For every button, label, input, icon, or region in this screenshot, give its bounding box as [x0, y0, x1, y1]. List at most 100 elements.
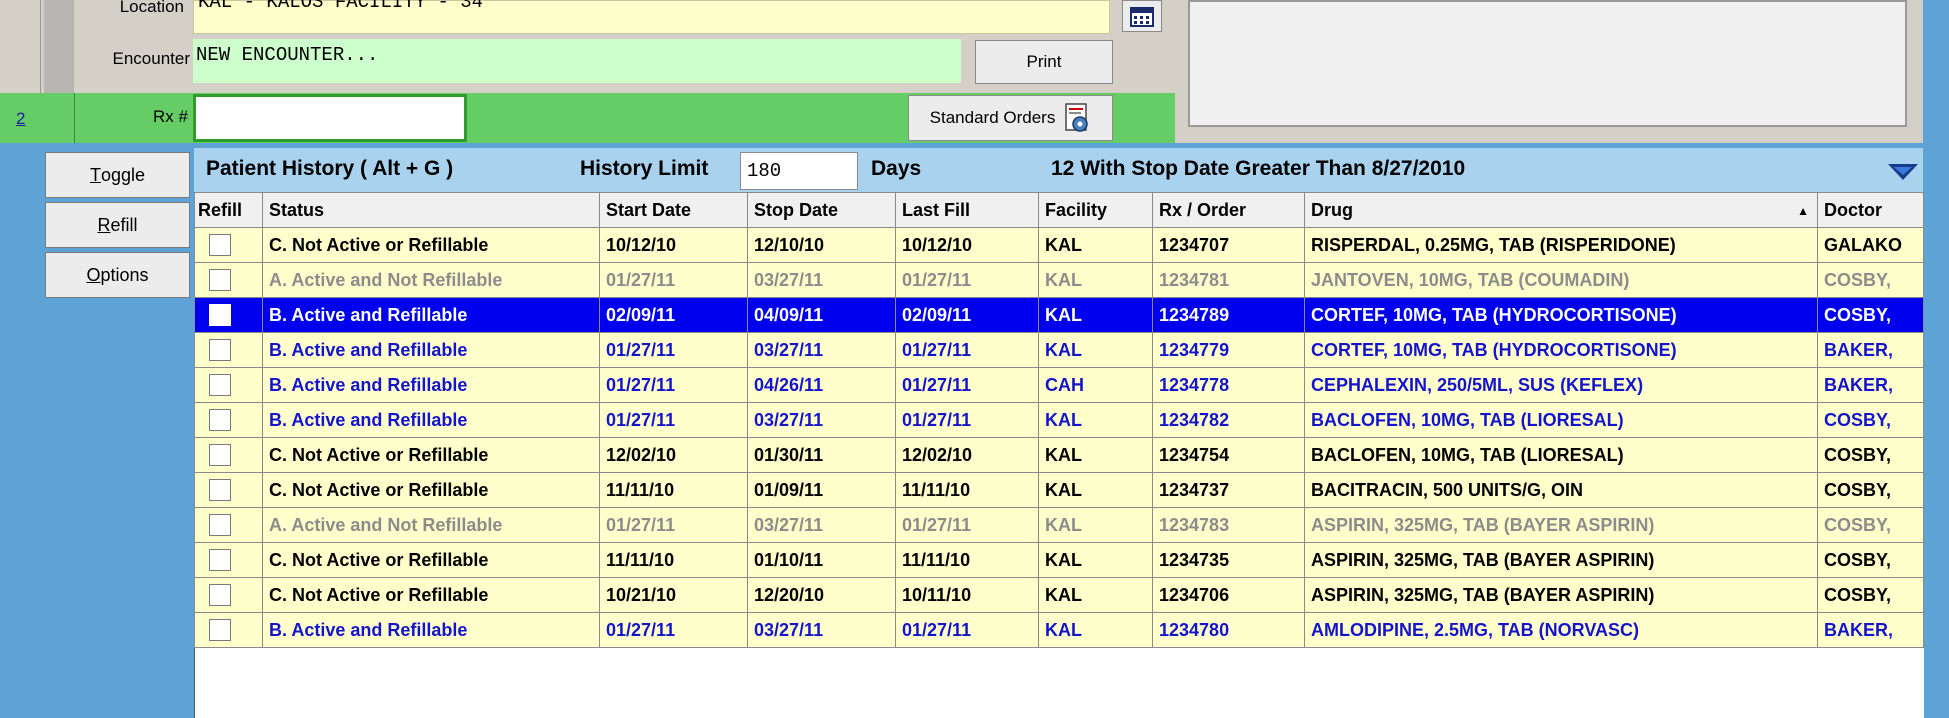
- refill-cell[interactable]: [194, 542, 263, 578]
- cell-stop: 03/27/11: [747, 332, 896, 368]
- column-header-last-fill[interactable]: Last Fill: [895, 192, 1039, 228]
- table-row[interactable]: A. Active and Not Refillable 01/27/11 03/2…: [194, 507, 1924, 543]
- toggle-button[interactable]: Toggle: [45, 152, 190, 198]
- refill-checkbox[interactable]: [209, 269, 231, 292]
- cell-rx: 1234754: [1152, 437, 1305, 473]
- table-row[interactable]: B. Active and Refillable 02/09/11 04/09/11…: [194, 297, 1924, 333]
- history-limit-input[interactable]: 180: [740, 152, 858, 190]
- table-row[interactable]: B. Active and Refillable 01/27/11 03/27/11…: [194, 402, 1924, 438]
- cell-facility: KAL: [1038, 507, 1153, 543]
- column-header-refill[interactable]: Refill: [194, 192, 263, 228]
- refill-cell[interactable]: [194, 262, 263, 298]
- column-header-stop-date[interactable]: Stop Date: [747, 192, 896, 228]
- cell-facility: KAL: [1038, 227, 1153, 263]
- table-row[interactable]: A. Active and Not Refillable 01/27/11 03/2…: [194, 262, 1924, 298]
- cell-doctor: COSBY,: [1817, 437, 1924, 473]
- refill-cell[interactable]: [194, 297, 263, 333]
- table-row[interactable]: B. Active and Refillable 01/27/11 03/27/11…: [194, 612, 1924, 648]
- cell-doctor: COSBY,: [1817, 262, 1924, 298]
- cell-status: C. Not Active or Refillable: [262, 437, 600, 473]
- cell-start: 01/27/11: [599, 612, 748, 648]
- print-button-label: Print: [1026, 52, 1062, 71]
- refill-cell[interactable]: [194, 332, 263, 368]
- cell-rx: 1234782: [1152, 402, 1305, 438]
- table-row[interactable]: C. Not Active or Refillable 10/21/10 12/20…: [194, 577, 1924, 613]
- table-row[interactable]: C. Not Active or Refillable 11/11/10 01/09…: [194, 472, 1924, 508]
- refill-button[interactable]: Refill: [45, 202, 190, 248]
- refill-checkbox[interactable]: [209, 374, 231, 397]
- cell-stop: 01/09/11: [747, 472, 896, 508]
- print-button[interactable]: Print: [975, 40, 1113, 84]
- column-header-doctor[interactable]: Doctor: [1817, 192, 1924, 228]
- table-row[interactable]: C. Not Active or Refillable 11/11/10 01/10…: [194, 542, 1924, 578]
- cell-drug: ASPIRIN, 325MG, TAB (BAYER ASPIRIN): [1304, 507, 1818, 543]
- refill-cell[interactable]: [194, 507, 263, 543]
- cell-start: 01/27/11: [599, 507, 748, 543]
- cell-doctor: BAKER,: [1817, 332, 1924, 368]
- table-body: C. Not Active or Refillable 10/12/10 12/10…: [194, 227, 1924, 648]
- cell-start: 02/09/11: [599, 297, 748, 333]
- cell-doctor: COSBY,: [1817, 297, 1924, 333]
- cell-drug: AMLODIPINE, 2.5MG, TAB (NORVASC): [1304, 612, 1818, 648]
- refill-cell[interactable]: [194, 402, 263, 438]
- options-button[interactable]: Options: [45, 252, 190, 298]
- column-header-facility[interactable]: Facility: [1038, 192, 1153, 228]
- cell-doctor: COSBY,: [1817, 472, 1924, 508]
- refill-checkbox[interactable]: [209, 514, 231, 537]
- cell-facility: KAL: [1038, 402, 1153, 438]
- cell-facility: KAL: [1038, 297, 1153, 333]
- cell-start: 12/02/10: [599, 437, 748, 473]
- cell-drug: BACLOFEN, 10MG, TAB (LIORESAL): [1304, 402, 1818, 438]
- refill-cell[interactable]: [194, 367, 263, 403]
- cell-stop: 04/26/11: [747, 367, 896, 403]
- toggle-button-mnemonic: T: [89, 164, 101, 185]
- cell-status: B. Active and Refillable: [262, 402, 600, 438]
- location-label: Location: [119, 0, 184, 16]
- cell-facility: KAL: [1038, 262, 1153, 298]
- refill-cell[interactable]: [194, 472, 263, 508]
- refill-cell[interactable]: [194, 437, 263, 473]
- refill-checkbox[interactable]: [209, 619, 231, 642]
- column-header-start-date[interactable]: Start Date: [599, 192, 748, 228]
- cell-last: 12/02/10: [895, 437, 1039, 473]
- cell-doctor: BAKER,: [1817, 612, 1924, 648]
- cell-facility: KAL: [1038, 332, 1153, 368]
- refill-checkbox[interactable]: [209, 234, 231, 257]
- refill-checkbox[interactable]: [209, 444, 231, 467]
- refill-checkbox[interactable]: [209, 409, 231, 432]
- table-row[interactable]: B. Active and Refillable 01/27/11 03/27/11…: [194, 332, 1924, 368]
- cell-start: 01/27/11: [599, 367, 748, 403]
- cell-status: C. Not Active or Refillable: [262, 472, 600, 508]
- cell-status: A. Active and Not Refillable: [262, 262, 600, 298]
- refill-checkbox[interactable]: [209, 339, 231, 362]
- refill-cell[interactable]: [194, 612, 263, 648]
- cell-drug: RISPERDAL, 0.25MG, TAB (RISPERIDONE): [1304, 227, 1818, 263]
- cell-rx: 1234707: [1152, 227, 1305, 263]
- refill-cell[interactable]: [194, 227, 263, 263]
- calendar-button[interactable]: [1122, 0, 1162, 32]
- standard-orders-button[interactable]: Standard Orders: [908, 95, 1113, 141]
- column-header-drug[interactable]: Drug ▲: [1304, 192, 1818, 228]
- table-row[interactable]: C. Not Active or Refillable 10/12/10 12/10…: [194, 227, 1924, 263]
- rx-number-input[interactable]: [193, 94, 467, 142]
- cell-doctor: GALAKO: [1817, 227, 1924, 263]
- column-header-rx-order[interactable]: Rx / Order: [1152, 192, 1305, 228]
- cell-status: B. Active and Refillable: [262, 297, 600, 333]
- refill-checkbox[interactable]: [209, 479, 231, 502]
- cell-facility: CAH: [1038, 367, 1153, 403]
- refill-cell[interactable]: [194, 577, 263, 613]
- cell-rx: 1234780: [1152, 612, 1305, 648]
- cell-stop: 12/20/10: [747, 577, 896, 613]
- table-row[interactable]: C. Not Active or Refillable 12/02/10 01/30…: [194, 437, 1924, 473]
- refill-checkbox[interactable]: [209, 304, 231, 327]
- column-header-status[interactable]: Status: [262, 192, 600, 228]
- refill-checkbox[interactable]: [209, 549, 231, 572]
- rx-row-number: 2: [16, 109, 26, 128]
- patient-history-title: Patient History ( Alt + G ): [206, 157, 454, 180]
- collapse-button[interactable]: [1886, 162, 1920, 187]
- cell-start: 11/11/10: [599, 472, 748, 508]
- cell-stop: 03/27/11: [747, 612, 896, 648]
- refill-button-mnemonic: R: [97, 214, 111, 235]
- table-row[interactable]: B. Active and Refillable 01/27/11 04/26/11…: [194, 367, 1924, 403]
- refill-checkbox[interactable]: [209, 584, 231, 607]
